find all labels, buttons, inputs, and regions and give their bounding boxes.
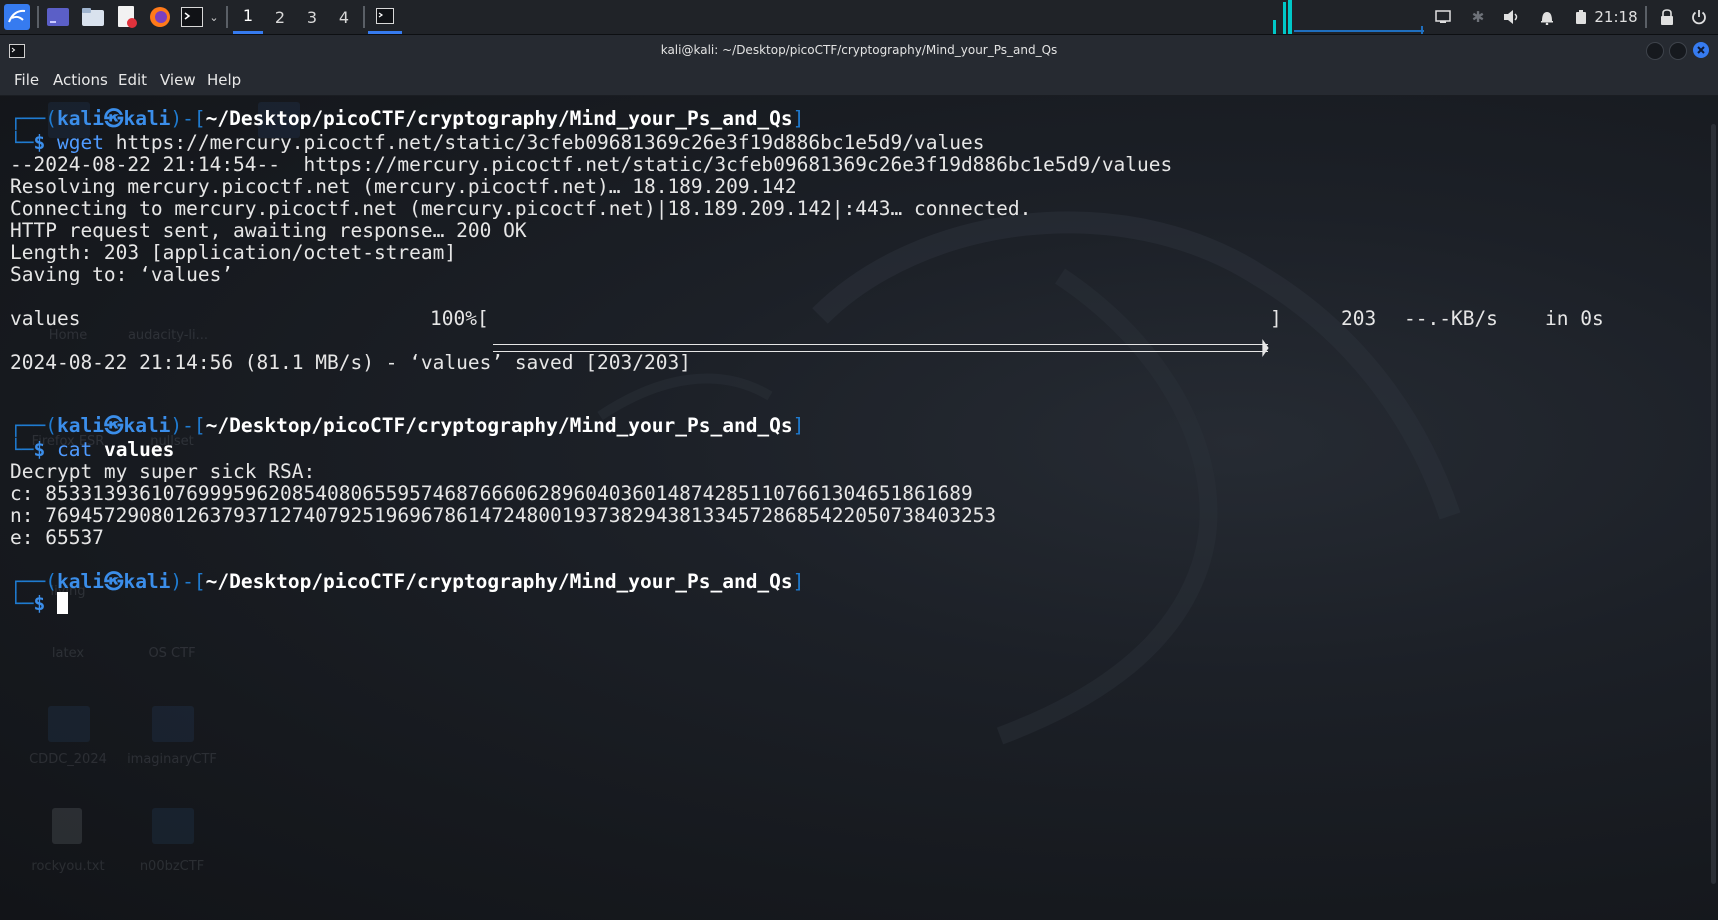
close-icon bbox=[1697, 46, 1705, 54]
desktop-label-audacity: audacity-li... bbox=[127, 328, 209, 343]
terminal-area[interactable]: Home audacity-li... Firefox ESR nullset … bbox=[0, 96, 1718, 920]
chevron-down-icon[interactable]: ⌄ bbox=[206, 0, 222, 34]
desktop-icon[interactable] bbox=[45, 0, 71, 34]
text-cursor bbox=[56, 592, 68, 614]
command-line: └─$ wget https://mercury.picoctf.net/sta… bbox=[10, 131, 985, 154]
power-icon[interactable] bbox=[1686, 0, 1712, 34]
prompt-line: ┌──(kali㉿kali)-[~/Desktop/picoCTF/crypto… bbox=[10, 570, 805, 593]
prompt-line: ┌──(kali㉿kali)-[~/Desktop/picoCTF/crypto… bbox=[10, 414, 805, 437]
progress-time: in 0s bbox=[1545, 307, 1604, 330]
text-editor-icon[interactable] bbox=[114, 0, 140, 34]
progress-bytes: 203 bbox=[1341, 307, 1377, 330]
progress-close: ] bbox=[1270, 307, 1282, 330]
workspace-2[interactable]: 2 bbox=[265, 0, 295, 34]
output-line: c: 8533139361076999596208540806559574687… bbox=[10, 482, 973, 505]
progress-filename: values bbox=[10, 307, 81, 330]
window-title: kali@kali: ~/Desktop/picoCTF/cryptograph… bbox=[660, 43, 1058, 57]
workspace-1[interactable]: 1 bbox=[233, 0, 263, 34]
output-line: Resolving mercury.picoctf.net (mercury.p… bbox=[10, 175, 797, 198]
desktop-folder-icon bbox=[152, 808, 194, 844]
desktop-label-imaginaryctf: imaginaryCTF bbox=[127, 752, 217, 767]
menu-bar: File Actions Edit View Help bbox=[0, 65, 1718, 96]
prompt-line: ┌──(kali㉿kali)-[~/Desktop/picoCTF/crypto… bbox=[10, 107, 805, 130]
desktop-label-osctf: OS CTF bbox=[148, 646, 196, 661]
bluetooth-icon[interactable]: ✱ bbox=[1465, 0, 1491, 34]
desktop-folder-icon bbox=[48, 706, 90, 742]
lock-icon[interactable] bbox=[1654, 0, 1680, 34]
network-icon[interactable] bbox=[1430, 0, 1456, 34]
desktop-folder-icon bbox=[152, 706, 194, 742]
minimize-button[interactable] bbox=[1646, 42, 1664, 60]
terminal-task-icon[interactable] bbox=[368, 0, 402, 34]
desktop-label-cddc: CDDC_2024 bbox=[29, 752, 107, 767]
firefox-icon[interactable] bbox=[147, 0, 173, 34]
output-line: Saving to: ‘values’ bbox=[10, 263, 234, 286]
notification-bell-icon[interactable] bbox=[1534, 0, 1560, 34]
command-line[interactable]: └─$ bbox=[10, 592, 68, 616]
workspace-4[interactable]: 4 bbox=[329, 0, 359, 34]
output-line: Length: 203 [application/octet-stream] bbox=[10, 241, 457, 264]
output-line: n: 7694572908012637937127407925196967861… bbox=[10, 504, 997, 527]
terminal-scrollbar[interactable] bbox=[1711, 124, 1716, 884]
menu-help[interactable]: Help bbox=[207, 65, 241, 95]
title-bar[interactable]: kali@kali: ~/Desktop/picoCTF/cryptograph… bbox=[0, 35, 1718, 65]
output-line: 2024-08-22 21:14:56 (81.1 MB/s) - ‘value… bbox=[10, 351, 691, 374]
menu-file[interactable]: File bbox=[14, 65, 39, 95]
output-line: e: 65537 bbox=[10, 526, 104, 549]
volume-icon[interactable] bbox=[1499, 0, 1525, 34]
progress-percent: 100%[ bbox=[430, 307, 489, 330]
top-panel: ⌄ 1 2 3 4 ✱ 21:18 bbox=[0, 0, 1718, 35]
menu-edit[interactable]: Edit bbox=[118, 65, 147, 95]
desktop-label-n00bzctf: n00bzCTF bbox=[139, 859, 205, 874]
progress-speed: --.-KB/s bbox=[1404, 307, 1498, 330]
output-line: Decrypt my super sick RSA: bbox=[10, 460, 316, 483]
cpu-graph bbox=[1270, 0, 1426, 34]
close-button[interactable] bbox=[1693, 42, 1709, 58]
maximize-button[interactable] bbox=[1669, 42, 1687, 60]
workspace-3[interactable]: 3 bbox=[297, 0, 327, 34]
output-line: HTTP request sent, awaiting response… 20… bbox=[10, 219, 527, 242]
command-line: └─$ cat values bbox=[10, 438, 175, 461]
desktop-file-icon bbox=[52, 808, 82, 844]
menu-actions[interactable]: Actions bbox=[53, 65, 108, 95]
terminal-window: kali@kali: ~/Desktop/picoCTF/cryptograph… bbox=[0, 35, 1718, 920]
file-manager-icon[interactable] bbox=[80, 0, 106, 34]
output-line: Connecting to mercury.picoctf.net (mercu… bbox=[10, 197, 1032, 220]
kali-menu-icon[interactable] bbox=[2, 0, 32, 34]
terminal-icon[interactable] bbox=[179, 0, 205, 34]
menu-view[interactable]: View bbox=[160, 65, 196, 95]
output-line: --2024-08-22 21:14:54-- https://mercury.… bbox=[10, 153, 1173, 176]
desktop-label-latex: latex bbox=[51, 646, 85, 661]
battery-icon bbox=[1568, 0, 1594, 34]
desktop-label-rockyou: rockyou.txt bbox=[31, 859, 105, 874]
clock[interactable]: 21:18 bbox=[1594, 0, 1637, 34]
